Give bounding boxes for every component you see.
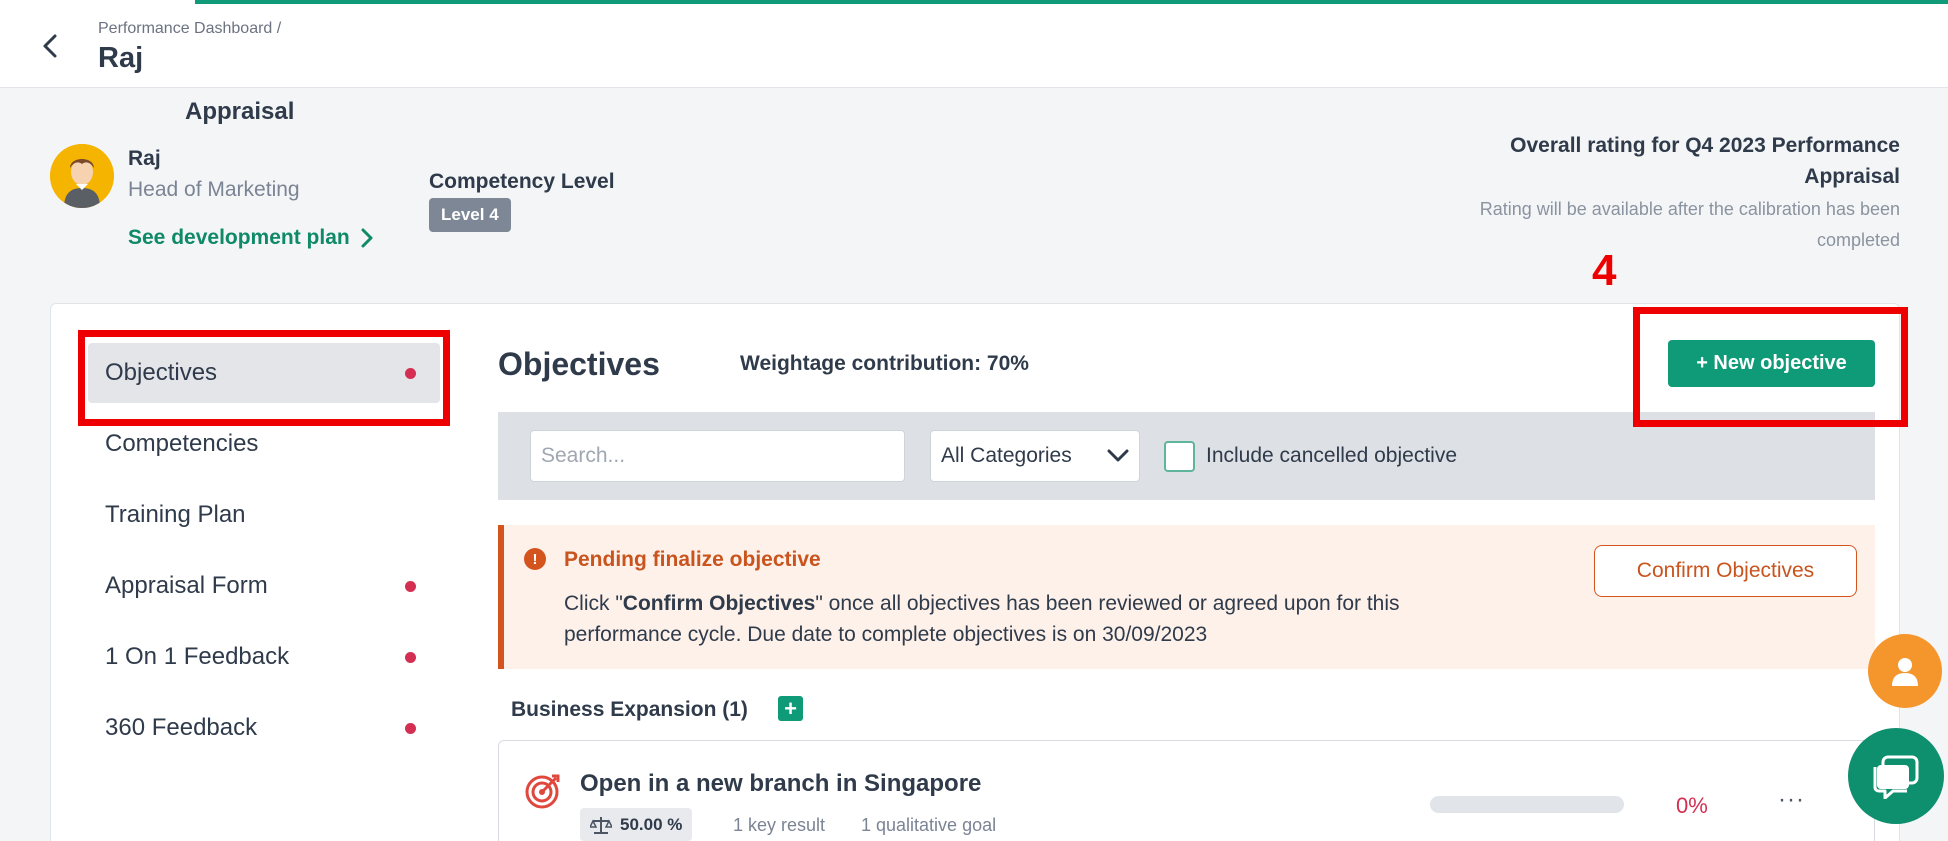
- key-result-count: 1 key result: [733, 815, 826, 835]
- chevron-left-icon: [43, 34, 57, 58]
- qualitative-goal-count: 1 qualitative goal: [861, 815, 997, 835]
- scale-icon: [590, 816, 612, 834]
- competency-level-label: Competency Level: [429, 170, 615, 193]
- objectives-title: Objectives: [498, 346, 660, 382]
- employee-name: Raj: [128, 147, 161, 170]
- weight-value: 50.00 %: [620, 814, 683, 834]
- confirm-objectives-button[interactable]: Confirm Objectives: [1594, 545, 1857, 597]
- sidebar-item-competencies[interactable]: Competencies: [88, 414, 440, 474]
- section-title: Appraisal: [185, 98, 295, 125]
- sidebar-item-1on1-feedback[interactable]: 1 On 1 Feedback: [88, 627, 440, 687]
- alert-title: Pending finalize objective: [564, 548, 821, 571]
- page-title: Raj: [98, 42, 144, 74]
- person-avatar-icon: [50, 144, 114, 208]
- development-plan-label: See development plan: [128, 226, 350, 249]
- competency-level-badge: Level 4: [429, 198, 511, 232]
- category-select-value: All Categories: [941, 444, 1072, 467]
- sidebar-item-objectives[interactable]: Objectives: [88, 343, 440, 403]
- sidebar-item-appraisal-form[interactable]: Appraisal Form: [88, 556, 440, 616]
- user-help-button[interactable]: [1868, 634, 1942, 708]
- include-cancelled-label[interactable]: Include cancelled objective: [1206, 444, 1457, 468]
- employee-role: Head of Marketing: [128, 178, 300, 201]
- chevron-down-icon: [1107, 449, 1129, 462]
- page-header: Performance Dashboard / Raj: [0, 4, 1948, 88]
- add-to-group-button[interactable]: +: [778, 696, 803, 721]
- info-icon: !: [524, 548, 546, 570]
- notification-dot: [405, 581, 416, 592]
- sidebar-item-training-plan[interactable]: Training Plan: [88, 485, 440, 545]
- search-input[interactable]: [530, 430, 905, 482]
- sidebar-item-label: Appraisal Form: [105, 572, 268, 599]
- notification-dot: [405, 368, 416, 379]
- chat-icon: [1873, 755, 1919, 799]
- objective-progress-bar: [1430, 796, 1624, 813]
- overall-rating-title: Overall rating for Q4 2023 Performance A…: [1510, 134, 1900, 188]
- sidebar-item-label: Training Plan: [105, 501, 246, 528]
- group-label: Business Expansion (1): [511, 698, 748, 721]
- objective-name[interactable]: Open in a new branch in Singapore: [580, 770, 981, 798]
- back-button[interactable]: [32, 28, 68, 64]
- sidebar-item-label: Competencies: [105, 430, 259, 457]
- avatar: [50, 144, 114, 208]
- annotation-step-number: 4: [1592, 246, 1617, 295]
- weight-chip: 50.00 %: [580, 808, 693, 841]
- sidebar-item-label: 360 Feedback: [105, 714, 258, 741]
- alert-text-prefix: Click ": [564, 592, 623, 615]
- include-cancelled-checkbox[interactable]: [1164, 441, 1195, 472]
- notification-dot: [405, 723, 416, 734]
- sidebar-item-label: Objectives: [105, 359, 218, 386]
- progress-percent: 0%: [1676, 793, 1708, 818]
- chevron-right-icon: [361, 228, 373, 248]
- breadcrumb[interactable]: Performance Dashboard /: [98, 20, 281, 38]
- development-plan-link[interactable]: See development plan: [128, 226, 374, 250]
- sidebar-item-360-feedback[interactable]: 360 Feedback: [88, 698, 440, 758]
- target-icon: [525, 774, 560, 809]
- new-objective-button[interactable]: + New objective: [1668, 340, 1875, 387]
- user-icon: [1892, 658, 1918, 686]
- weightage-contribution: Weightage contribution: 70%: [740, 352, 1029, 375]
- plus-icon: +: [784, 695, 797, 721]
- more-options-button[interactable]: ···: [1778, 786, 1805, 814]
- sidebar-item-label: 1 On 1 Feedback: [105, 643, 290, 670]
- alert-message: Click "Confirm Objectives" once all obje…: [564, 588, 1484, 650]
- category-select[interactable]: All Categories: [930, 430, 1140, 482]
- chat-button[interactable]: [1848, 728, 1944, 824]
- notification-dot: [405, 652, 416, 663]
- overall-rating-note: Rating will be available after the calib…: [1479, 199, 1900, 250]
- alert-text-bold: Confirm Objectives: [622, 592, 816, 615]
